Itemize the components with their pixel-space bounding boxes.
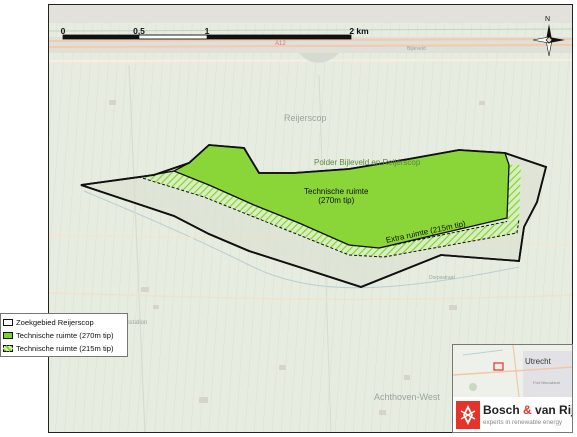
place-label-achthoven: Achthoven-West	[374, 392, 440, 402]
legend-item-technische-215: Technische ruimte (215m tip)	[3, 342, 125, 355]
urban-area	[49, 5, 572, 23]
place-label-bijleveld: Bijleveld	[407, 46, 426, 52]
scale-tick-1: 1	[204, 26, 210, 36]
scale-tick-2km: 2 km	[349, 26, 369, 36]
logo-icon	[456, 401, 480, 429]
outline-square-icon	[3, 319, 13, 326]
green-hatch-square-icon	[3, 345, 13, 352]
scale-tick-0: 0	[60, 26, 66, 36]
place-label-dorpsstraat: Dorpsstraat	[429, 275, 455, 281]
green-fill-square-icon	[3, 332, 13, 339]
inset-map	[453, 345, 572, 397]
inset-city-label: Utrecht	[525, 357, 551, 366]
company-logo: Bosch & van Rijn experts in renewable en…	[453, 397, 572, 432]
inset-map-panel: Utrecht Fort Nieuwland Bosch & van Rijn …	[452, 344, 573, 433]
north-arrow-icon	[532, 24, 565, 57]
legend: Zoekgebied Reijerscop Technische ruimte …	[0, 313, 128, 357]
legend-label: Technische ruimte (270m tip)	[16, 331, 114, 340]
legend-label: Zoekgebied Reijerscop	[16, 318, 94, 327]
legend-item-technische-270: Technische ruimte (270m tip)	[3, 329, 125, 342]
place-label-polder: Polder Bijleveld en Reijerscop	[314, 158, 421, 167]
place-label-reijerscop: Reijerscop	[284, 113, 327, 123]
north-label: N	[544, 16, 550, 23]
logo-name: Bosch & van Rijn	[483, 403, 572, 417]
scale-tick-0-5: 0,5	[133, 26, 145, 36]
logo-tagline: experts in renewable energy	[483, 419, 563, 426]
legend-label: Technische ruimte (215m tip)	[16, 344, 114, 353]
zone-label-technische-270: Technische ruimte (270m tip)	[304, 187, 369, 205]
legend-item-zoekgebied: Zoekgebied Reijerscop	[3, 316, 125, 329]
inset-town-label: Fort Nieuwland	[533, 380, 560, 385]
road-label-a12: A12	[275, 41, 286, 47]
